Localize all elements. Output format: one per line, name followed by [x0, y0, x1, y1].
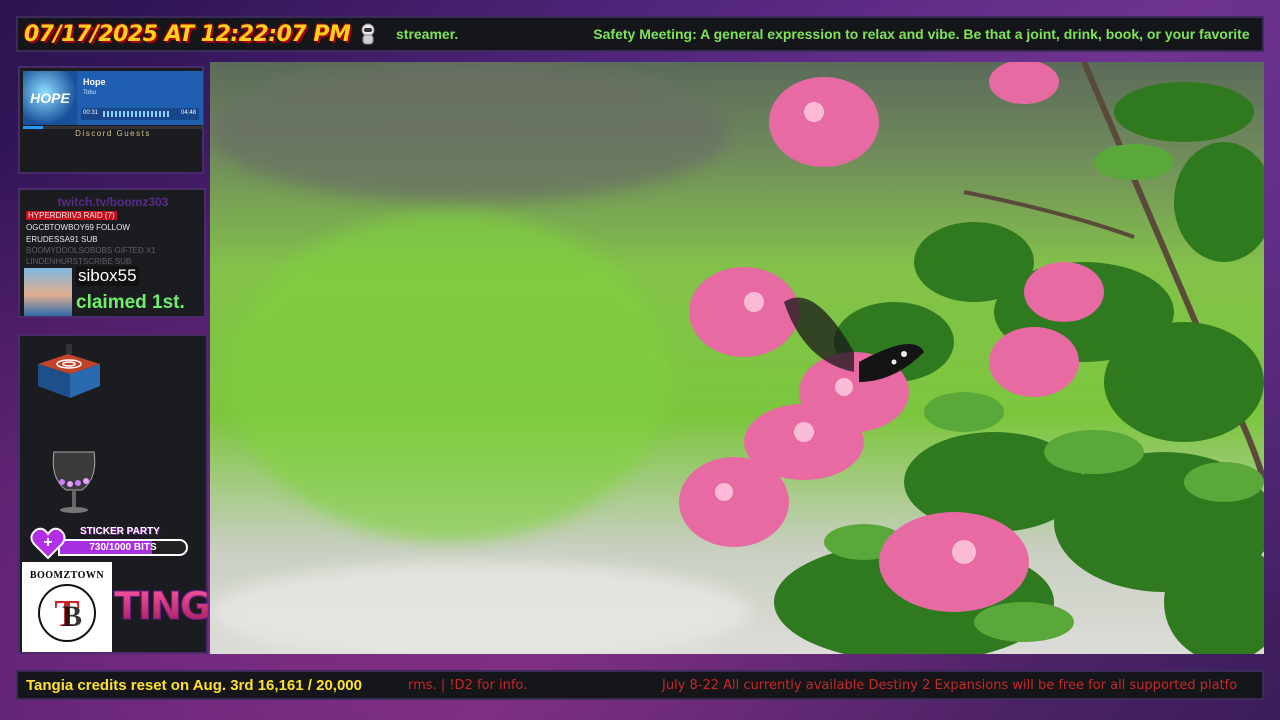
top-ticker-bar: 07/17/2025 AT 12:22:07 PM streamer. Safe…	[16, 16, 1264, 52]
channel-url: twitch.tv/boomz303	[57, 195, 169, 209]
recent-events-panel: twitch.tv/boomz303 HYPERDRIIV3 RAID (7) …	[18, 188, 206, 318]
song-artist: Tobu	[83, 90, 97, 96]
now-playing-card: HOPE Hope Tobu 00:31 04:48	[23, 71, 203, 125]
ticker-text-right: July 8-22 All currently available Destin…	[662, 677, 1238, 693]
waveform-icon	[103, 111, 169, 117]
song-title: Hope	[83, 77, 106, 87]
event-item: OGCBTOWBOY69 FOLLOW	[26, 223, 130, 232]
claim-message: claimed 1st.	[76, 292, 185, 313]
event-item: BOOMYDOOLSOBOBS GIFTED X1	[26, 246, 156, 255]
event-item: HYPERDRIIV3 RAID (7)	[26, 211, 117, 220]
goals-panel: STICKER PARTY 730/1000 BITS BOOMZTOWN T …	[18, 334, 212, 654]
discord-guests-label: Discord Guests	[75, 129, 151, 138]
astronaut-icon	[358, 22, 378, 46]
time-elapsed: 00:31	[83, 110, 99, 116]
sticker-goal-label: STICKER PARTY	[80, 526, 160, 537]
playback-bar: 00:31 04:48	[81, 108, 199, 120]
bottom-ticker-bar: Tangia credits reset on Aug. 3rd 16,161 …	[16, 670, 1264, 700]
logo-text: BOOMZTOWN	[29, 570, 105, 581]
now-playing-widget: HOPE Hope Tobu 00:31 04:48 Discord Guest…	[18, 66, 204, 174]
time-total: 04:48	[180, 110, 196, 116]
clock-display: 07/17/2025 AT 12:22:07 PM	[24, 21, 351, 47]
event-item: ERUDESSA91 SUB	[26, 235, 98, 244]
wine-glass-icon	[46, 448, 102, 518]
album-art: HOPE	[23, 71, 77, 125]
claimer-name: sibox55	[76, 266, 139, 286]
event-item: LINDENHURSTSCRIBE SUB	[26, 257, 132, 266]
boomztown-logo: BOOMZTOWN T B	[22, 562, 112, 652]
claimer-avatar	[24, 268, 72, 316]
banner-fragment: TING	[113, 584, 211, 629]
stream-video	[210, 62, 1264, 654]
ticker-text-right: Safety Meeting: A general expression to …	[593, 26, 1250, 42]
sticker-goal-amount: 730/1000 BITS	[89, 542, 157, 553]
background-wall	[210, 62, 730, 202]
ticker-text-left: streamer.	[396, 26, 459, 42]
sticker-party-goal: STICKER PARTY 730/1000 BITS	[30, 526, 200, 560]
tangia-credits: Tangia credits reset on Aug. 3rd 16,161 …	[26, 676, 362, 694]
grass-blur	[230, 212, 670, 542]
mystery-box-icon	[28, 342, 108, 402]
svg-text:B: B	[62, 600, 82, 633]
flowering-shrub	[679, 62, 1264, 654]
ticker-text-mid: rms. | !D2 for info.	[408, 677, 528, 693]
